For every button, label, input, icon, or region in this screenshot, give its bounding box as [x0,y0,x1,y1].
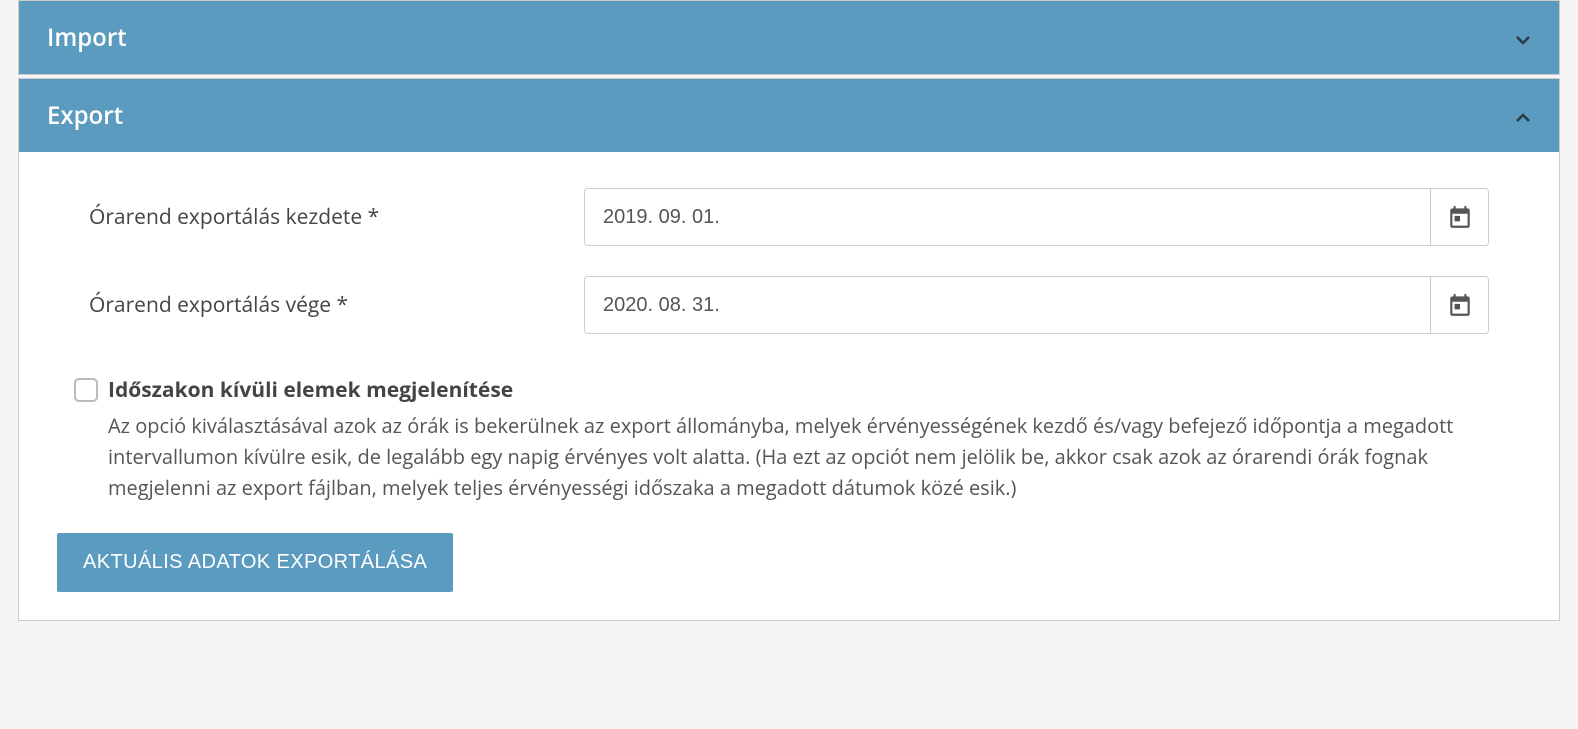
checkbox-description: Az opció kiválasztásával azok az órák is… [108,410,1489,503]
import-panel: Import [18,0,1560,75]
out-of-period-checkbox[interactable] [74,378,98,402]
end-date-label: Órarend exportálás vége * [89,291,584,319]
start-date-input[interactable] [585,189,1430,245]
end-date-input-wrap [584,276,1489,334]
start-date-row: Órarend exportálás kezdete * [89,188,1489,246]
start-date-label: Órarend exportálás kezdete * [89,203,584,231]
checkbox-content: Időszakon kívüli elemek megjelenítése Az… [108,376,1489,503]
chevron-up-icon [1511,106,1531,126]
chevron-down-icon [1511,28,1531,48]
end-date-input[interactable] [585,277,1430,333]
export-panel-body: Órarend exportálás kezdete * Órarend exp… [19,152,1559,620]
calendar-icon [1447,204,1473,230]
checkbox-title: Időszakon kívüli elemek megjelenítése [108,376,1489,404]
end-date-picker-button[interactable] [1430,277,1488,333]
export-button[interactable]: AKTUÁLIS ADATOK EXPORTÁLÁSA [57,533,453,592]
export-panel-header[interactable]: Export [19,79,1559,152]
start-date-input-wrap [584,188,1489,246]
calendar-icon [1447,292,1473,318]
end-date-row: Órarend exportálás vége * [89,276,1489,334]
export-panel: Export Órarend exportálás kezdete * [18,78,1560,621]
import-panel-header[interactable]: Import [19,1,1559,74]
start-date-picker-button[interactable] [1430,189,1488,245]
out-of-period-checkbox-row: Időszakon kívüli elemek megjelenítése Az… [74,376,1489,503]
import-panel-title: Import [47,21,127,54]
export-panel-title: Export [47,99,123,132]
